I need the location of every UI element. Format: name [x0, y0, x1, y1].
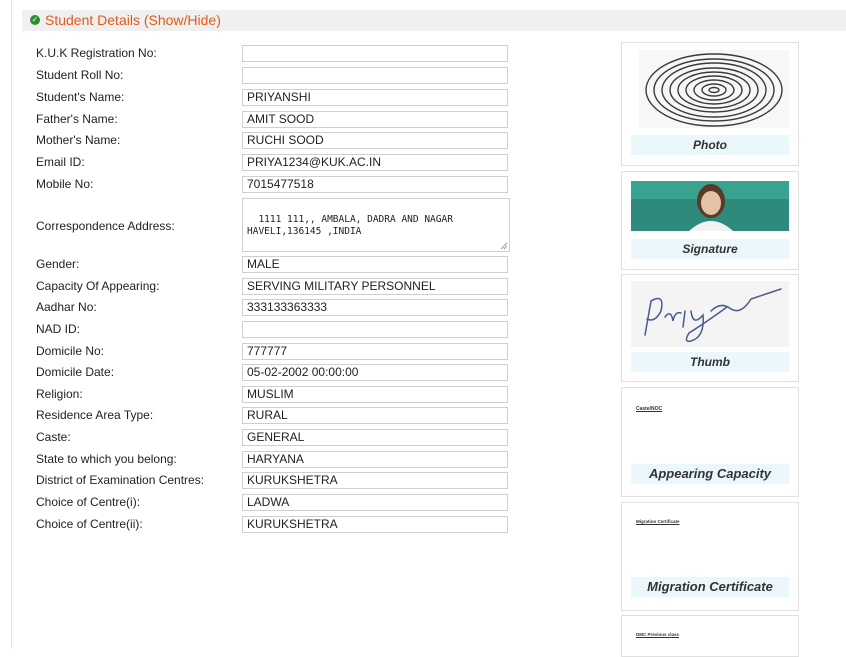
- field-label: Student Roll No:: [36, 68, 124, 82]
- field-label: Choice of Centre(ii):: [36, 517, 143, 531]
- section-title[interactable]: Student Details (Show/Hide): [45, 12, 221, 28]
- resize-grip-icon[interactable]: [500, 242, 508, 250]
- field-label: Gender:: [36, 257, 80, 271]
- field-label: Choice of Centre(i):: [36, 495, 141, 509]
- religion-field[interactable]: MUSLIM: [242, 386, 508, 403]
- migration-certificate-card[interactable]: Migration Certificate Migration Certific…: [621, 502, 799, 611]
- caste-noc-doc-text: Caste/NOC: [636, 406, 663, 412]
- email-field[interactable]: PRIYA1234@KUK.AC.IN: [242, 154, 508, 171]
- field-label: Domicile Date:: [36, 365, 115, 379]
- section-header[interactable]: ✓ Student Details (Show/Hide): [22, 10, 846, 31]
- field-label: Father's Name:: [36, 112, 118, 126]
- field-label: NAD ID:: [36, 322, 81, 336]
- field-label: Domicile No:: [36, 344, 105, 358]
- field-label: K.U.K Registration No:: [36, 46, 157, 60]
- field-label: Aadhar No:: [36, 300, 97, 314]
- registration-no-field[interactable]: [242, 45, 508, 62]
- centre-2-field[interactable]: KURUKSHETRA: [242, 516, 508, 533]
- field-label: Mother's Name:: [36, 133, 121, 147]
- field-label: Residence Area Type:: [36, 408, 154, 422]
- field-label: Caste:: [36, 430, 71, 444]
- aadhar-field[interactable]: 333133363333: [242, 299, 508, 316]
- thumb-signature-image: [631, 281, 789, 347]
- photo-caption: Photo: [631, 135, 789, 155]
- residence-area-field[interactable]: RURAL: [242, 407, 508, 424]
- signature-card[interactable]: Signature: [621, 171, 799, 270]
- left-border-line: [11, 0, 12, 649]
- nad-id-field[interactable]: [242, 321, 508, 338]
- state-field[interactable]: HARYANA: [242, 451, 508, 468]
- address-textarea[interactable]: 1111 111,, AMBALA, DADRA AND NAGAR HAVEL…: [242, 198, 510, 252]
- district-field[interactable]: KURUKSHETRA: [242, 472, 508, 489]
- domicile-date-field[interactable]: 05-02-2002 00:00:00: [242, 364, 508, 381]
- migration-certificate-caption: Migration Certificate: [631, 577, 789, 597]
- field-label: District of Examination Centres:: [36, 473, 205, 487]
- field-label: Student's Name:: [36, 90, 125, 104]
- check-circle-icon: ✓: [30, 15, 40, 25]
- roll-no-field[interactable]: [242, 67, 508, 84]
- student-name-field[interactable]: PRIYANSHI: [242, 89, 508, 106]
- dmc-previous-class-card[interactable]: DMC Previous class: [621, 615, 799, 657]
- signature-photo: [631, 181, 789, 231]
- thumb-card[interactable]: Thumb: [621, 274, 799, 382]
- mother-name-field[interactable]: RUCHI SOOD: [242, 132, 508, 149]
- field-label: Email ID:: [36, 155, 85, 169]
- appearing-capacity-caption: Appearing Capacity: [631, 464, 789, 484]
- domicile-no-field[interactable]: 777777: [242, 343, 508, 360]
- field-label: Religion:: [36, 387, 83, 401]
- appearing-capacity-card[interactable]: Caste/NOC Appearing Capacity: [621, 387, 799, 497]
- migration-doc-text: Migration Certificate: [636, 519, 680, 524]
- caste-field[interactable]: GENERAL: [242, 429, 508, 446]
- photo-card[interactable]: Photo: [621, 42, 799, 166]
- signature-caption: Signature: [631, 239, 789, 259]
- field-label: Capacity Of Appearing:: [36, 279, 160, 293]
- father-name-field[interactable]: AMIT SOOD: [242, 111, 508, 128]
- gender-field[interactable]: MALE: [242, 256, 508, 273]
- field-label: State to which you belong:: [36, 452, 177, 466]
- capacity-field[interactable]: SERVING MILITARY PERSONNEL: [242, 278, 508, 295]
- dmc-doc-text: DMC Previous class: [636, 632, 680, 637]
- field-label: Correspondence Address:: [36, 219, 175, 233]
- fingerprint-image: [639, 50, 789, 128]
- thumb-caption: Thumb: [631, 352, 789, 372]
- address-text: 1111 111,, AMBALA, DADRA AND NAGAR HAVEL…: [247, 214, 453, 237]
- centre-1-field[interactable]: LADWA: [242, 494, 508, 511]
- mobile-field[interactable]: 7015477518: [242, 176, 508, 193]
- field-label: Mobile No:: [36, 177, 94, 191]
